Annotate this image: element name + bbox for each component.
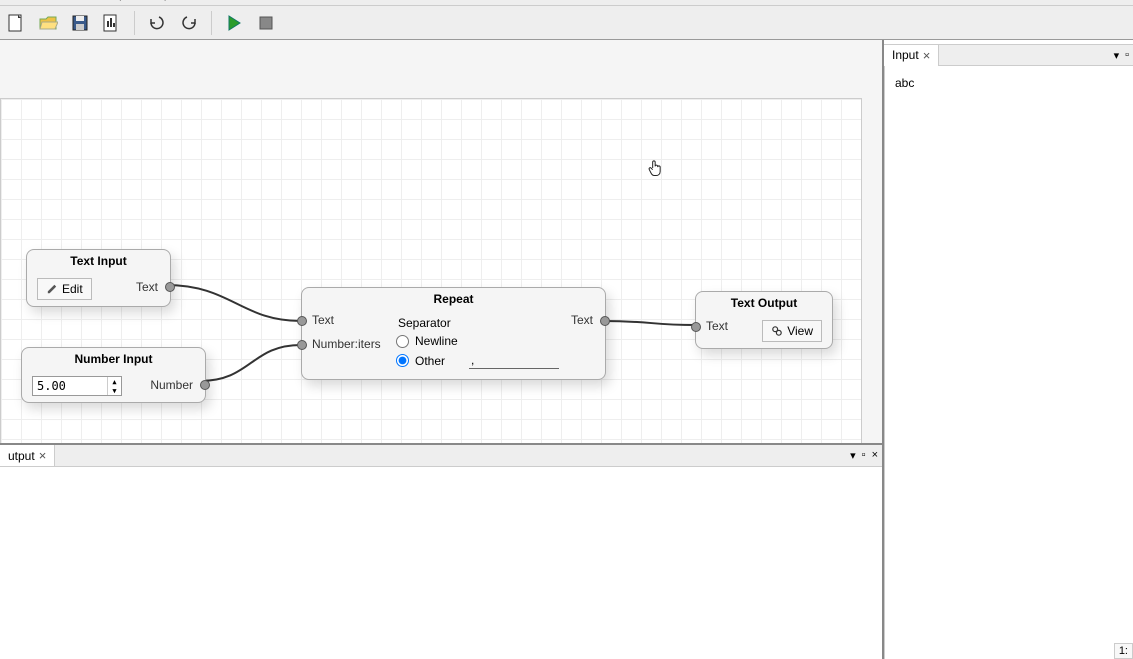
edit-button[interactable]: Edit xyxy=(37,278,92,300)
input-content[interactable]: abc xyxy=(895,76,1123,90)
node-title: Number Input xyxy=(22,348,205,370)
save-icon[interactable] xyxy=(68,11,92,35)
output-tab-label: utput xyxy=(8,449,35,463)
port-in[interactable] xyxy=(691,322,701,332)
restore-icon[interactable]: ▫ xyxy=(862,449,866,462)
spin-down-icon[interactable]: ▼ xyxy=(108,386,121,395)
separator-label: Separator xyxy=(398,316,597,330)
panel-tabbar: utput × ▾ ▫ × xyxy=(0,445,882,467)
radio-newline-label: Newline xyxy=(415,334,458,348)
view-button[interactable]: View xyxy=(762,320,822,342)
separator-other-input[interactable] xyxy=(469,352,559,369)
port-out-label: Text xyxy=(571,313,593,327)
menu-item-view[interactable]: View xyxy=(61,0,85,1)
radio-other[interactable] xyxy=(396,354,409,367)
port-in-number-label: Number:iters xyxy=(312,337,381,351)
node-title: Repeat xyxy=(302,288,605,310)
hand-cursor-icon xyxy=(646,157,666,179)
run-icon[interactable] xyxy=(222,11,246,35)
close-icon[interactable]: × xyxy=(39,448,47,463)
undo-icon[interactable] xyxy=(145,11,169,35)
right-tabbar: Input × ▾ ▫ xyxy=(884,44,1133,66)
new-icon[interactable] xyxy=(4,11,28,35)
node-text-output[interactable]: Text Output View Text xyxy=(695,291,833,349)
input-body[interactable]: abc 1: xyxy=(884,66,1133,659)
output-body xyxy=(0,467,882,659)
dropdown-icon[interactable]: ▾ xyxy=(850,449,856,462)
port-in-text[interactable] xyxy=(297,316,307,326)
number-spinner[interactable]: ▲ ▼ xyxy=(32,376,122,396)
port-out-label: Number xyxy=(150,378,193,392)
menu-item[interactable]: e xyxy=(4,0,10,1)
view-label: View xyxy=(787,324,813,338)
port-out[interactable] xyxy=(200,380,210,390)
close-panel-icon[interactable]: × xyxy=(872,449,878,462)
input-tab[interactable]: Input × xyxy=(884,45,939,66)
radio-other-label: Other xyxy=(415,354,445,368)
port-in-number[interactable] xyxy=(297,340,307,350)
port-in-text-label: Text xyxy=(312,313,334,327)
output-panel: utput × ▾ ▫ × xyxy=(0,443,882,659)
canvas-wrap: Text Input Edit Text Number Input xyxy=(0,40,882,443)
port-out-label: Text xyxy=(136,280,158,294)
dropdown-icon[interactable]: ▾ xyxy=(1114,49,1120,62)
node-title: Text Input xyxy=(27,250,170,272)
number-input-value[interactable] xyxy=(37,379,97,393)
input-panel: Input × ▾ ▫ abc 1: xyxy=(884,40,1133,659)
node-text-input[interactable]: Text Input Edit Text xyxy=(26,249,171,307)
menu-item-edit[interactable]: Edit xyxy=(26,0,45,1)
menu-item-help[interactable]: Help xyxy=(147,0,170,1)
open-icon[interactable] xyxy=(36,11,60,35)
restore-icon[interactable]: ▫ xyxy=(1125,49,1129,62)
port-in-label: Text xyxy=(706,319,728,333)
radio-newline[interactable] xyxy=(396,335,409,348)
menu-item-graph[interactable]: Graph xyxy=(101,0,132,1)
node-title: Text Output xyxy=(696,292,832,314)
edit-label: Edit xyxy=(62,282,83,296)
stop-icon[interactable] xyxy=(254,11,278,35)
input-tab-label: Input xyxy=(892,48,919,62)
toolbar xyxy=(0,6,1133,40)
save-graph-icon[interactable] xyxy=(100,11,124,35)
graph-canvas[interactable]: Text Input Edit Text Number Input xyxy=(0,98,862,443)
cursor-position: 1: xyxy=(1114,643,1133,659)
output-tab[interactable]: utput × xyxy=(0,445,55,466)
redo-icon[interactable] xyxy=(177,11,201,35)
port-out[interactable] xyxy=(600,316,610,326)
port-out[interactable] xyxy=(165,282,175,292)
spin-up-icon[interactable]: ▲ xyxy=(108,377,121,386)
node-repeat[interactable]: Repeat Separator Newline Other xyxy=(301,287,606,380)
close-icon[interactable]: × xyxy=(923,48,931,63)
node-number-input[interactable]: Number Input ▲ ▼ Number xyxy=(21,347,206,403)
